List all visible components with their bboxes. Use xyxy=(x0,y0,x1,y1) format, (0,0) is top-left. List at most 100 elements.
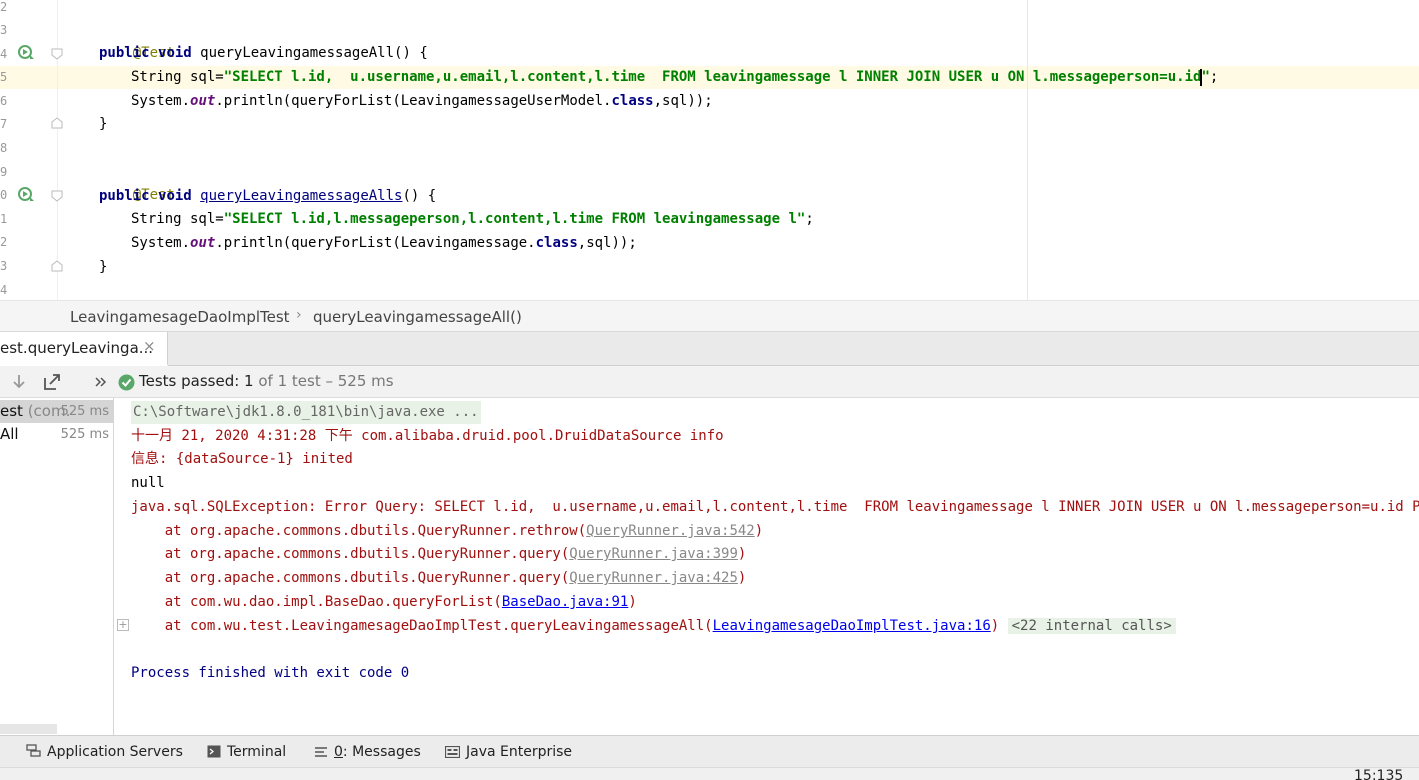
code-text: ; xyxy=(1209,69,1219,85)
test-class-name: est xyxy=(0,402,23,420)
close-icon[interactable]: × xyxy=(143,337,156,355)
fold-end-icon[interactable] xyxy=(51,117,63,129)
tool-window-bar: Application Servers Terminal 0: Messages… xyxy=(0,735,1419,767)
code-line: } xyxy=(99,256,107,279)
line-number: 2 xyxy=(0,0,8,14)
test-tree-row[interactable]: est (com. 525 ms xyxy=(0,400,113,423)
internal-calls-fold[interactable]: <22 internal calls> xyxy=(1007,618,1176,634)
stack-frame-text: ) xyxy=(737,546,747,562)
source-link[interactable]: LeavingamesageDaoImplTest.java:16 xyxy=(713,618,991,634)
string-literal: "SELECT l.id,l.messageperson,l.content,l… xyxy=(223,211,806,227)
stack-trace-line: at org.apache.commons.dbutils.QueryRunne… xyxy=(131,543,747,566)
method-name: queryLeavingamessageAll xyxy=(200,45,395,61)
line-number: 1 xyxy=(0,212,8,226)
button-label: Terminal xyxy=(227,744,287,760)
run-tab[interactable]: est.queryLeavinga... × xyxy=(0,332,168,366)
breadcrumb-method[interactable]: queryLeavingamessageAll() xyxy=(313,308,522,326)
cursor-position[interactable]: 15:135 xyxy=(1354,768,1403,780)
export-icon[interactable] xyxy=(42,372,62,392)
code-line: System.out.println(queryForList(Leavinga… xyxy=(131,90,713,113)
expand-icon[interactable]: + xyxy=(117,619,129,631)
source-link[interactable]: BaseDao.java:91 xyxy=(502,594,628,610)
java-enterprise-icon xyxy=(445,746,460,758)
server-icon xyxy=(26,744,41,757)
stack-frame-text: at org.apache.commons.dbutils.QueryRunne… xyxy=(131,523,587,539)
run-tab-bar: est.queryLeavinga... × xyxy=(0,332,1419,366)
java-enterprise-button[interactable]: Java Enterprise xyxy=(445,744,572,760)
code-text: System. xyxy=(131,93,191,109)
stack-frame-text: at org.apache.commons.dbutils.QueryRunne… xyxy=(131,570,570,586)
list-icon xyxy=(315,747,327,757)
string-literal: " xyxy=(1201,69,1210,85)
keyword: public xyxy=(99,45,150,61)
code-text: String sql= xyxy=(131,69,224,85)
static-field: out xyxy=(190,235,216,251)
horizontal-scrollbar[interactable] xyxy=(0,724,57,734)
stack-trace-line: at com.wu.dao.impl.BaseDao.queryForList(… xyxy=(131,591,637,614)
stack-frame-text: at org.apache.commons.dbutils.QueryRunne… xyxy=(131,546,570,562)
code-text: () { xyxy=(394,45,428,61)
string-literal: "SELECT l.id, u.username,u.email,l.conte… xyxy=(223,69,1202,85)
test-duration: 525 ms xyxy=(60,427,109,442)
stack-trace-line: at org.apache.commons.dbutils.QueryRunne… xyxy=(131,520,763,543)
line-number: 9 xyxy=(0,165,8,179)
fold-end-icon[interactable] xyxy=(51,260,63,272)
arrow-down-icon[interactable] xyxy=(9,372,29,392)
source-link[interactable]: QueryRunner.java:399 xyxy=(569,546,738,562)
line-number: 4 xyxy=(0,283,8,297)
console-output[interactable]: C:\Software\jdk1.8.0_181\bin\java.exe ..… xyxy=(114,398,1419,735)
fold-marker-icon[interactable] xyxy=(51,190,63,202)
code-line: String sql="SELECT l.id,l.messageperson,… xyxy=(131,208,814,231)
messages-button[interactable]: 0: Messages xyxy=(314,744,421,760)
status-count: 1 xyxy=(244,372,254,390)
run-test-icon[interactable] xyxy=(17,44,35,62)
static-field: out xyxy=(190,93,216,109)
line-number-gutter: 2 3 4 5 6 7 8 9 0 1 2 3 4 xyxy=(0,0,14,300)
stack-frame-text: ) xyxy=(990,618,1000,634)
code-text: .println(queryForList(LeavingamessageUse… xyxy=(215,93,612,109)
code-text: String sql= xyxy=(131,211,224,227)
check-circle-icon xyxy=(118,374,135,391)
code-line: String sql="SELECT l.id, u.username,u.em… xyxy=(131,66,1218,89)
source-link[interactable]: QueryRunner.java:542 xyxy=(586,523,755,539)
keyword: public xyxy=(99,188,150,204)
console-finished-line: Process finished with exit code 0 xyxy=(131,665,410,681)
code-line: } xyxy=(99,113,107,136)
run-test-icon[interactable] xyxy=(17,186,35,204)
console-log-line: 十一月 21, 2020 4:31:28 下午 com.alibaba.drui… xyxy=(131,428,724,444)
console-log-line: 信息: {dataSource-1} inited xyxy=(131,451,353,467)
line-number: 6 xyxy=(0,94,8,108)
code-editor[interactable]: 2 3 4 5 6 7 8 9 0 1 2 3 4 @Test public v… xyxy=(0,0,1419,300)
breadcrumb: LeavingamesageDaoImplTest › queryLeaving… xyxy=(0,300,1419,332)
code-text: () { xyxy=(402,188,437,204)
code-line: @Test xyxy=(99,161,175,203)
application-servers-button[interactable]: Application Servers xyxy=(26,744,183,760)
breadcrumb-separator: › xyxy=(296,307,302,323)
test-duration: 525 ms xyxy=(60,404,109,419)
keyword: class xyxy=(535,235,578,251)
code-line: @Test xyxy=(99,19,175,61)
status-detail: of 1 test – 525 ms xyxy=(253,372,394,390)
fold-marker-icon[interactable] xyxy=(51,48,63,60)
button-label: Application Servers xyxy=(47,744,183,760)
button-label: : Messages xyxy=(342,744,421,760)
source-link[interactable]: QueryRunner.java:425 xyxy=(569,570,738,586)
test-tree-row[interactable]: All 525 ms xyxy=(0,423,113,446)
stack-frame-text: ) xyxy=(737,570,747,586)
terminal-icon xyxy=(207,745,221,758)
terminal-button[interactable]: Terminal xyxy=(207,744,286,760)
line-number: 2 xyxy=(0,235,8,249)
test-status: Tests passed: 1 of 1 test – 525 ms xyxy=(139,372,394,390)
test-runner-toolbar: Tests passed: 1 of 1 test – 525 ms xyxy=(0,366,1419,398)
test-tree: est (com. 525 ms All 525 ms xyxy=(0,398,114,735)
code-text: .println(queryForList(Leavingamessage. xyxy=(215,235,536,251)
line-number: 3 xyxy=(0,259,8,273)
console-exception-line: java.sql.SQLException: Error Query: SELE… xyxy=(131,499,1419,515)
stack-trace-line: at org.apache.commons.dbutils.QueryRunne… xyxy=(131,567,747,590)
more-actions-icon[interactable] xyxy=(91,372,111,392)
code-text: ,sql)); xyxy=(577,235,637,251)
breadcrumb-class[interactable]: LeavingamesageDaoImplTest xyxy=(70,308,290,326)
keyword: class xyxy=(611,93,654,109)
stack-trace-line: at com.wu.test.LeavingamesageDaoImplTest… xyxy=(131,615,1176,638)
stack-frame-text: ) xyxy=(754,523,764,539)
